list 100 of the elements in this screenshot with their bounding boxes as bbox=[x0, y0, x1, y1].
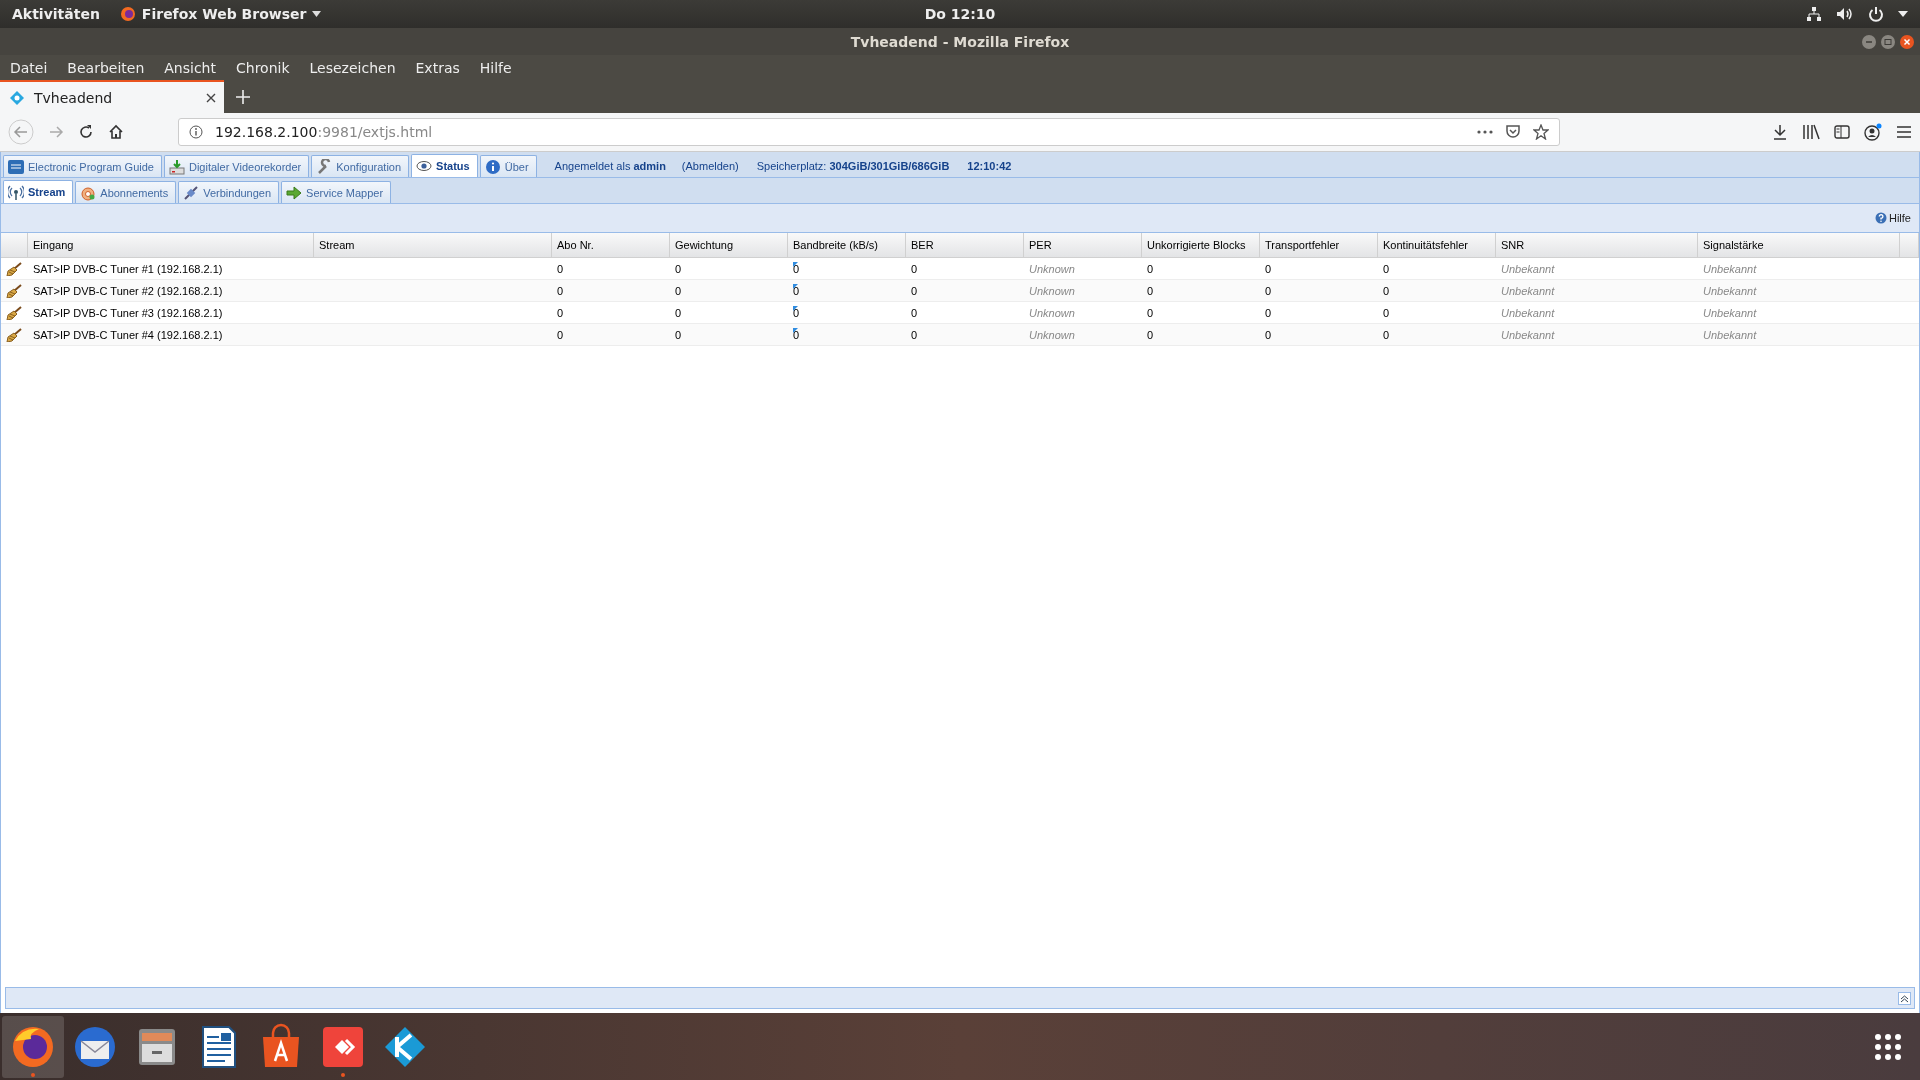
sub-tab[interactable]: Abonnements bbox=[75, 181, 177, 203]
broom-icon bbox=[6, 327, 22, 342]
plug-icon bbox=[183, 184, 200, 201]
main-tab[interactable]: Digitaler Videorekorder bbox=[163, 155, 310, 177]
app-menu[interactable]: Firefox Web Browser bbox=[141, 6, 307, 22]
network-icon bbox=[1806, 6, 1822, 22]
menu-item[interactable]: Bearbeiten bbox=[67, 59, 145, 76]
login-status: Angemeldet als admin bbox=[554, 160, 666, 172]
table-cell-text: 0 bbox=[910, 305, 919, 321]
column-header[interactable]: Abo Nr. bbox=[552, 233, 670, 257]
volume-icon bbox=[1836, 6, 1854, 22]
table-cell-text: Unbekannt bbox=[1500, 327, 1556, 343]
column-header[interactable]: PER bbox=[1024, 233, 1142, 257]
column-header[interactable]: SNR bbox=[1496, 233, 1698, 257]
home-icon bbox=[108, 124, 124, 140]
sub-tab[interactable]: Verbindungen bbox=[178, 181, 280, 203]
sidebar-icon bbox=[1834, 125, 1850, 139]
table-cell-text: Unknown bbox=[1028, 327, 1076, 343]
column-header[interactable]: BER bbox=[906, 233, 1024, 257]
table-cell-text: 0 bbox=[910, 283, 919, 299]
subscription-icon bbox=[80, 184, 97, 201]
table-cell-text: Unbekannt bbox=[1500, 261, 1556, 277]
back-icon bbox=[8, 119, 34, 145]
menu-item[interactable]: Hilfe bbox=[479, 59, 512, 76]
table-cell-text: 0 bbox=[1382, 261, 1391, 277]
table-cell-text: 0 bbox=[1146, 327, 1155, 343]
dropdown-icon bbox=[1898, 11, 1908, 17]
pocket-icon bbox=[1505, 124, 1521, 140]
column-header[interactable]: Bandbreite (kB/s) bbox=[788, 233, 906, 257]
library-icon bbox=[1802, 124, 1820, 140]
column-header[interactable]: Stream bbox=[314, 233, 552, 257]
table-cell-text: Unbekannt bbox=[1702, 305, 1758, 321]
table-cell-text: Unbekannt bbox=[1702, 261, 1758, 277]
menu-item[interactable]: Chronik bbox=[236, 59, 290, 76]
wrench-icon bbox=[316, 158, 333, 175]
sub-tab[interactable]: Stream bbox=[3, 180, 74, 203]
clock[interactable]: Do 12:10 bbox=[924, 6, 996, 22]
main-tab[interactable]: Electronic Program Guide bbox=[3, 155, 162, 177]
table-cell-text: 0 bbox=[556, 261, 565, 277]
column-header[interactable]: Kontinuitätsfehler bbox=[1378, 233, 1496, 257]
close-icon bbox=[206, 92, 216, 103]
arrow-icon bbox=[286, 184, 303, 201]
table-cell-text: SAT>IP DVB-C Tuner #3 (192.168.2.1) bbox=[32, 305, 224, 321]
column-header[interactable]: Eingang bbox=[28, 233, 314, 257]
window-title: Tvheadend - Mozilla Firefox bbox=[850, 33, 1070, 50]
info-icon bbox=[484, 158, 501, 175]
table-cell-text: Unbekannt bbox=[1500, 305, 1556, 321]
menu-item[interactable]: Ansicht bbox=[164, 59, 216, 76]
table-cell-text: 0 bbox=[1146, 283, 1155, 299]
account-icon bbox=[1864, 123, 1882, 141]
main-tab[interactable]: Status bbox=[411, 154, 478, 177]
running-indicator bbox=[31, 1072, 35, 1077]
browser-tab[interactable]: Tvheadend bbox=[0, 80, 224, 113]
download-icon bbox=[1772, 124, 1788, 140]
dropdown-icon bbox=[312, 11, 322, 17]
table-cell-text: 0 bbox=[556, 283, 565, 299]
menu-item[interactable]: Extras bbox=[415, 59, 460, 76]
reload-icon bbox=[78, 124, 94, 140]
main-tab[interactable]: Konfiguration bbox=[311, 155, 410, 177]
broom-icon bbox=[6, 305, 22, 320]
table-cell-text: 0 bbox=[1264, 283, 1273, 299]
power-icon bbox=[1868, 6, 1884, 22]
table-cell: 0 bbox=[788, 302, 906, 323]
table-cell-text: 0 bbox=[674, 305, 683, 321]
collapse-button[interactable] bbox=[1898, 991, 1911, 1005]
tvheadend-icon bbox=[10, 90, 24, 105]
table-cell-text: 0 bbox=[1146, 261, 1155, 277]
logout-link[interactable]: (Abmelden) bbox=[681, 160, 739, 172]
menu-item[interactable]: Datei bbox=[10, 59, 48, 76]
column-header[interactable]: Unkorrigierte Blocks bbox=[1142, 233, 1260, 257]
close-icon bbox=[1900, 34, 1914, 49]
table-cell-text: Unbekannt bbox=[1500, 283, 1556, 299]
help-button[interactable]: Hilfe bbox=[1873, 210, 1913, 226]
table-cell-text: 0 bbox=[1382, 305, 1391, 321]
column-header[interactable]: Signalstärke bbox=[1698, 233, 1900, 257]
table-cell-text: 0 bbox=[1382, 283, 1391, 299]
column-header[interactable]: Gewichtung bbox=[670, 233, 788, 257]
menu-item[interactable]: Lesezeichen bbox=[309, 59, 396, 76]
eye-icon bbox=[416, 158, 433, 174]
activities-button[interactable]: Aktivitäten bbox=[12, 6, 100, 22]
table-cell-text: 0 bbox=[910, 261, 919, 277]
table-row[interactable]: SAT>IP DVB-C Tuner #2 (192.168.2.1) 0 0 0 0 Unknown 0 0 0 Unbekannt Unbekannt bbox=[1, 280, 1919, 302]
storage-status: Speicherplatz: 304GiB/301GiB/686GiB bbox=[756, 160, 950, 172]
table-cell: 0 bbox=[788, 280, 906, 301]
dock-app[interactable] bbox=[2, 1015, 64, 1078]
table-row[interactable]: SAT>IP DVB-C Tuner #4 (192.168.2.1) 0 0 0 0 Unknown 0 0 0 Unbekannt Unbekannt bbox=[1, 324, 1919, 346]
server-time: 12:10:42 bbox=[967, 160, 1012, 172]
tab-title: Tvheadend bbox=[34, 89, 114, 106]
address-bar[interactable]: 192.168.2.100:9981/extjs.html bbox=[178, 118, 1560, 146]
column-header[interactable]: Transportfehler bbox=[1260, 233, 1378, 257]
table-cell: 0 bbox=[788, 258, 906, 279]
table-cell-text: Unbekannt bbox=[1702, 283, 1758, 299]
star-icon bbox=[1533, 124, 1549, 140]
table-cell-text: Unbekannt bbox=[1702, 327, 1758, 343]
main-tab[interactable]: Über bbox=[479, 155, 537, 177]
menu-icon bbox=[1896, 125, 1912, 139]
sub-tab[interactable]: Service Mapper bbox=[281, 181, 392, 203]
download-icon bbox=[168, 158, 185, 175]
app-grid-icon[interactable] bbox=[1874, 1032, 1902, 1061]
table-cell: 0 bbox=[788, 324, 906, 345]
